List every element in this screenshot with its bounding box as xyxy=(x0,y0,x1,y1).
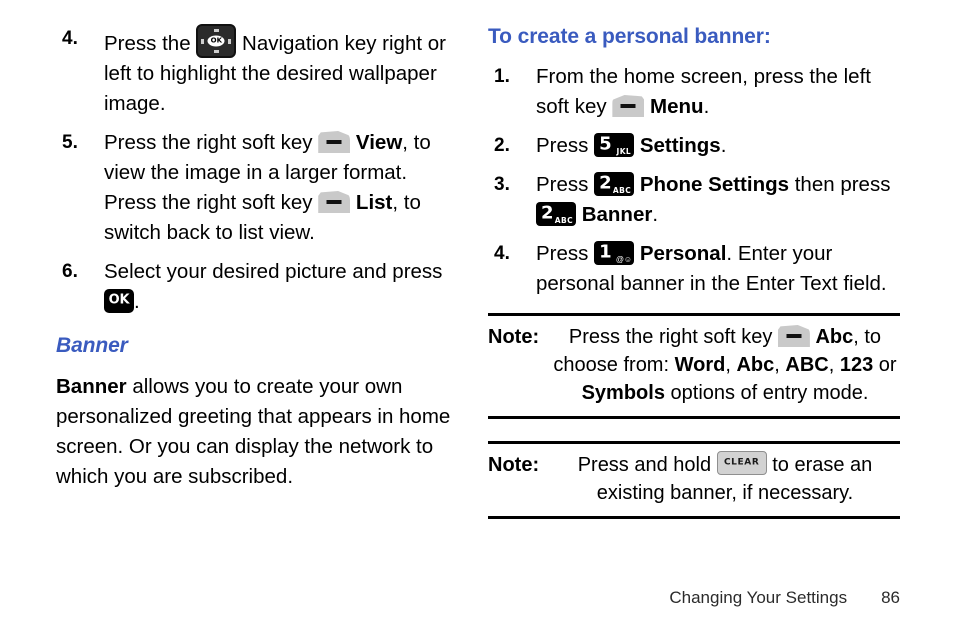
soft-key-dash-icon xyxy=(326,140,342,145)
banner-description-paragraph: Banner allows you to create your own per… xyxy=(56,372,456,492)
list-item: 4. Press the OK Navigation key right or l… xyxy=(56,24,456,119)
step-number: 3. xyxy=(494,174,510,195)
soft-key-dash-icon xyxy=(620,104,636,109)
left-column: 4. Press the OK Navigation key right or l… xyxy=(56,24,456,492)
note-label: Note: xyxy=(488,454,540,476)
nav-ok-label: OK xyxy=(207,35,225,47)
ok-key-icon: OK xyxy=(104,289,134,313)
step-bold: Settings xyxy=(639,134,721,157)
step-number: 4. xyxy=(494,243,510,264)
nav-left-arrow-icon xyxy=(201,38,205,44)
step-text-after: . xyxy=(720,134,727,157)
step-text-after: . xyxy=(134,290,140,313)
page-subsection-heading: Banner xyxy=(56,334,128,357)
navigation-key-icon: OK xyxy=(196,24,237,58)
key-sub-letters: ABC xyxy=(612,185,632,195)
right-soft-key-icon xyxy=(318,131,351,153)
right-soft-key-icon xyxy=(777,325,810,347)
step-number: 5. xyxy=(62,132,78,153)
soft-key-dash-icon xyxy=(326,200,342,205)
clear-key-icon: CLEAR xyxy=(716,451,767,475)
key-digit: 2 xyxy=(599,172,612,194)
list-item: 4. Press 1 @☺ Personal. Enter your persona… xyxy=(488,239,900,299)
list-item: 3. Press 2 ABC Phone Settings then press 2… xyxy=(488,170,900,230)
note-option-2: Abc xyxy=(736,354,775,376)
note-text-d: options of entry mode. xyxy=(664,382,869,404)
footer-page-number: 86 xyxy=(881,588,900,607)
note-text-a: Press the right soft key xyxy=(568,326,773,348)
note-text: Note: Press and hold CLEAR to erase an e… xyxy=(488,451,900,507)
footer-section-title: Changing Your Settings xyxy=(669,588,848,607)
step-text-before: Press xyxy=(536,173,589,196)
nav-up-arrow-icon xyxy=(213,29,219,32)
key-digit: 5 xyxy=(599,133,612,155)
list-item: 5. Press the right soft key View, to view… xyxy=(56,128,456,248)
right-soft-key-icon xyxy=(318,191,351,213)
note-option-4: 123 xyxy=(839,354,874,376)
note-label: Note: xyxy=(488,326,540,348)
key-5-jkl-icon: 5 JKL xyxy=(594,133,635,157)
step-bold-b: List xyxy=(355,191,393,214)
list-item: 6. Select your desired picture and press … xyxy=(56,257,456,317)
key-sub-letters: JKL xyxy=(616,146,632,156)
step-text-a: Press the right soft key xyxy=(104,131,313,154)
key-2-abc-icon: 2 ABC xyxy=(536,202,576,226)
step-bold-b: Banner xyxy=(581,203,653,226)
key-digit: 1 xyxy=(599,241,612,263)
nav-right-arrow-icon xyxy=(228,38,232,44)
key-sub-letters: ABC xyxy=(554,215,573,225)
nav-down-arrow-icon xyxy=(213,50,219,53)
left-soft-key-icon xyxy=(612,95,645,117)
note-bold-a: Abc xyxy=(815,326,854,348)
manual-page: 4. Press the OK Navigation key right or l… xyxy=(0,0,954,636)
step-number: 6. xyxy=(62,261,78,282)
step-bold: Personal xyxy=(639,242,727,265)
step-text-before: Press xyxy=(536,134,589,157)
step-bold: Menu xyxy=(650,95,704,118)
note-block: Note: Press the right soft key Abc, to c… xyxy=(488,313,900,419)
page-title: To create a personal banner: xyxy=(488,25,771,48)
step-number: 4. xyxy=(62,28,78,49)
step-text-after: . xyxy=(703,95,710,118)
note-text-before: Press and hold xyxy=(577,454,712,476)
step-bold-a: View xyxy=(355,131,403,154)
step-text-after: . xyxy=(652,203,659,226)
note-option-3: ABC xyxy=(785,354,829,376)
list-item: 2. Press 5 JKL Settings. xyxy=(488,131,900,161)
note-text-c: or xyxy=(873,354,897,376)
key-voicemail-glyphs-icon: @☺ xyxy=(615,255,633,264)
clear-key-label: CLEAR xyxy=(723,457,760,468)
note-option-1: Word xyxy=(674,354,726,376)
paragraph-lead-bold: Banner xyxy=(56,375,127,398)
list-item: 1. From the home screen, press the left s… xyxy=(488,62,900,122)
note-text: Note: Press the right soft key Abc, to c… xyxy=(488,323,900,407)
key-digit: 2 xyxy=(541,202,554,224)
left-step-list: 4. Press the OK Navigation key right or l… xyxy=(56,24,456,317)
step-text-mid: then press xyxy=(794,173,891,196)
step-number: 1. xyxy=(494,66,510,87)
note-option-5: Symbols xyxy=(581,382,665,404)
key-1-icon: 1 @☺ xyxy=(594,241,635,265)
ok-key-label: OK xyxy=(108,292,130,308)
key-2-abc-icon: 2 ABC xyxy=(594,172,635,196)
right-step-list: 1. From the home screen, press the left s… xyxy=(488,62,900,299)
step-number: 2. xyxy=(494,135,510,156)
right-column: To create a personal banner: 1. From the … xyxy=(488,24,900,519)
step-text-before: Press xyxy=(536,242,589,265)
page-footer: Changing Your Settings 86 xyxy=(0,588,954,608)
step-text-before: Press the xyxy=(104,32,191,55)
step-bold-a: Phone Settings xyxy=(639,173,790,196)
step-text-before: Select your desired picture and press xyxy=(104,260,443,283)
note-block: Note: Press and hold CLEAR to erase an e… xyxy=(488,441,900,519)
soft-key-dash-icon xyxy=(786,334,802,339)
